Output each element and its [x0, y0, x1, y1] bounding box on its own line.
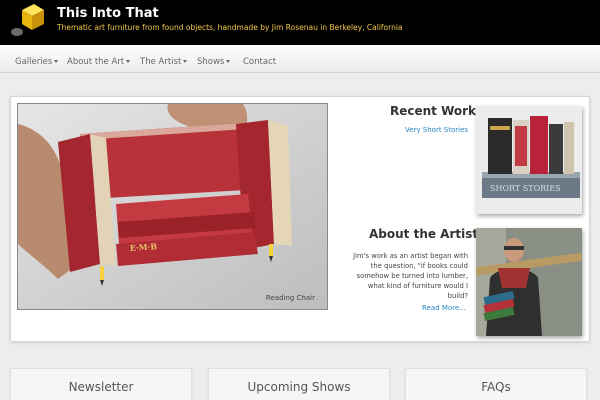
svg-text:SHORT STORIES: SHORT STORIES	[490, 184, 561, 193]
nav-the-artist[interactable]: The Artist	[140, 57, 188, 67]
hero-caption: Reading Chair	[265, 294, 315, 302]
caret-down-icon	[126, 60, 131, 63]
nav-shows[interactable]: Shows	[197, 57, 231, 67]
site-tagline: Thematic art furniture from found object…	[57, 23, 403, 32]
newsletter-card[interactable]: Newsletter	[10, 368, 192, 400]
about-artist-title: About the Artist	[369, 227, 479, 241]
about-artist-text: Jim's work as an artist began with the q…	[353, 252, 468, 300]
gold-cube-logo-icon[interactable]	[8, 2, 48, 40]
faqs-card-title: FAQs	[481, 380, 511, 394]
books-shelf-illustration: SHORT STORIES	[476, 106, 582, 214]
svg-text:E·M·B: E·M·B	[129, 241, 157, 253]
site-header: This Into That Thematic art furniture fr…	[0, 0, 600, 45]
hero-image-reading-chair[interactable]: E·M·B Reading Chair	[17, 103, 328, 310]
caret-down-icon	[183, 60, 188, 63]
faqs-card[interactable]: FAQs	[405, 368, 587, 400]
site-title[interactable]: This Into That	[57, 6, 159, 21]
read-more-link[interactable]: Read More...	[422, 304, 466, 312]
recent-work-title: Recent Work	[390, 104, 477, 118]
artist-portrait-illustration	[476, 228, 582, 336]
upcoming-shows-card-title: Upcoming Shows	[247, 380, 351, 394]
page: This Into That Thematic art furniture fr…	[0, 0, 600, 400]
nav-galleries[interactable]: Galleries	[15, 57, 59, 67]
artist-photo[interactable]	[476, 228, 582, 336]
newsletter-card-title: Newsletter	[68, 380, 134, 394]
nav-about-the-art[interactable]: About the Art	[67, 57, 131, 67]
caret-down-icon	[226, 60, 231, 63]
recent-work-link[interactable]: Very Short Stories	[405, 126, 468, 134]
upcoming-shows-card[interactable]: Upcoming Shows	[208, 368, 390, 400]
main-navbar: Galleries About the Art The Artist Shows…	[0, 45, 600, 73]
featured-panel: E·M·B Reading Chair Recent Work Very Sho…	[10, 96, 590, 342]
nav-contact[interactable]: Contact	[243, 57, 276, 67]
recent-work-thumbnail[interactable]: SHORT STORIES	[476, 106, 582, 214]
caret-down-icon	[54, 60, 59, 63]
reading-chair-illustration: E·M·B	[18, 104, 327, 309]
